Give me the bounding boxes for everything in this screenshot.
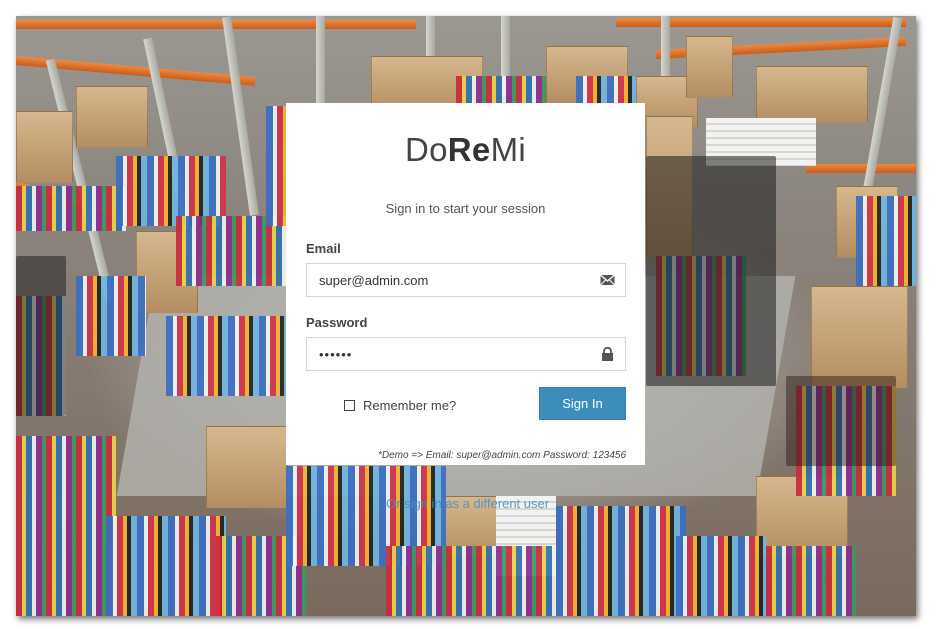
email-field[interactable] [306, 263, 626, 297]
rack-beam [616, 18, 906, 27]
lock-icon [602, 347, 613, 361]
book-stack [166, 316, 286, 396]
book-stack [766, 546, 856, 616]
book-stack [556, 506, 686, 616]
book-stack [676, 536, 766, 616]
remember-label: Remember me? [363, 398, 457, 413]
book-stack [856, 196, 916, 286]
logo-part-3: Mi [490, 131, 526, 168]
dark-shelf [786, 376, 896, 466]
remember-checkbox[interactable] [344, 400, 355, 411]
app-logo: DoReMi [286, 131, 645, 169]
envelope-icon [600, 274, 615, 286]
rack-post [222, 16, 259, 216]
carton-stack [756, 66, 868, 123]
book-stack [16, 186, 126, 231]
carton-stack [16, 111, 73, 183]
dark-shelf [16, 256, 66, 416]
book-stack [386, 546, 556, 616]
password-label: Password [306, 315, 368, 330]
book-stack [76, 276, 146, 356]
email-label: Email [306, 241, 341, 256]
dark-shelf [646, 156, 776, 386]
demo-credentials-note: *Demo => Email: super@admin.com Password… [377, 450, 626, 461]
login-subtitle: Sign in to start your session [385, 201, 546, 216]
sign-in-button[interactable]: Sign In [539, 387, 626, 420]
book-stack [106, 516, 226, 616]
password-input[interactable] [307, 338, 599, 370]
rack-beam [806, 164, 916, 173]
login-box: DoReMi Sign in to start your session Ema… [286, 103, 645, 465]
logo-part-1: Do [404, 131, 448, 168]
book-stack [16, 436, 116, 616]
rack-beam [16, 20, 416, 29]
carton-stack [811, 286, 908, 388]
sign-in-different-user-link[interactable]: Or sign in as a different user [386, 496, 549, 511]
carton-stack [206, 426, 288, 508]
carton-stack [76, 86, 148, 148]
remember-me[interactable]: Remember me? [344, 398, 456, 413]
email-input[interactable] [307, 264, 599, 296]
password-field[interactable] [306, 337, 626, 371]
rack-post [316, 16, 325, 106]
carton-stack [686, 36, 733, 98]
logo-part-bold: Re [447, 131, 491, 168]
book-stack [176, 216, 296, 286]
